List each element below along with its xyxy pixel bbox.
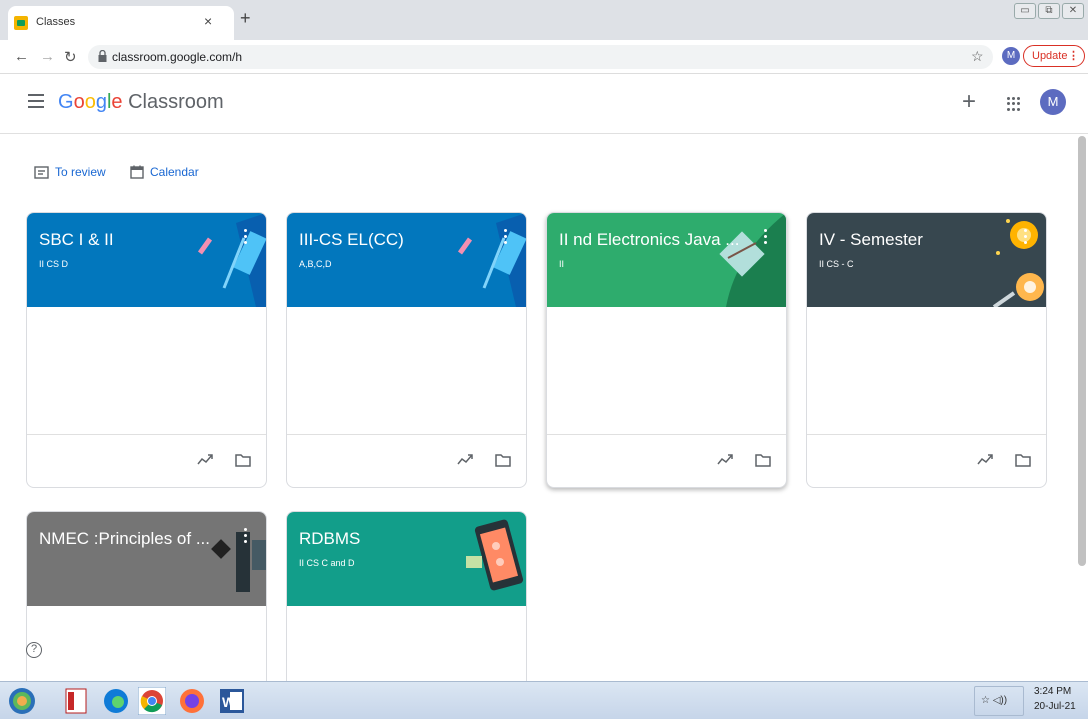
more-vert-icon[interactable]: [761, 229, 769, 247]
pencil-illustration-icon: [457, 213, 526, 307]
browser-tab[interactable]: Classes ×: [8, 6, 234, 40]
class-card-header[interactable]: IV - Semester II CS - C: [807, 213, 1046, 307]
update-button[interactable]: Update ⋮: [1023, 45, 1085, 67]
class-card-footer: [807, 434, 1046, 487]
app-header: Google Classroom + M: [0, 74, 1088, 134]
firefox-browser-icon[interactable]: [178, 687, 206, 715]
tally-erp-icon[interactable]: [62, 687, 90, 715]
class-section: II CS - C: [819, 259, 854, 269]
edge-browser-icon[interactable]: [102, 687, 130, 715]
browser-toolbar: ← → ↻ classroom.google.com/h ☆ M Update …: [0, 40, 1088, 74]
browser-profile-avatar[interactable]: M: [1002, 47, 1020, 65]
class-card-header[interactable]: SBC I & II II CS D: [27, 213, 266, 307]
bookmark-star-icon[interactable]: ☆: [971, 48, 984, 65]
calendar-icon: [130, 165, 144, 179]
more-vert-icon[interactable]: [241, 528, 249, 546]
window-controls: ▭ ⧉ ✕: [1014, 3, 1084, 19]
account-avatar[interactable]: M: [1040, 89, 1066, 115]
lock-icon: [98, 50, 107, 62]
google-classroom-logo[interactable]: Google Classroom: [58, 91, 224, 114]
logo-letter: G: [58, 91, 74, 113]
more-vert-icon[interactable]: [1021, 229, 1029, 247]
folder-icon[interactable]: [755, 454, 771, 467]
to-review-link[interactable]: To review: [34, 165, 106, 179]
class-card[interactable]: III-CS EL(CC) A,B,C,D: [286, 212, 527, 488]
electronics-illustration-icon: [719, 213, 786, 307]
calendar-label: Calendar: [150, 165, 199, 179]
chrome-browser-icon[interactable]: [138, 687, 166, 715]
folder-icon[interactable]: [1015, 454, 1031, 467]
more-vert-icon: ⋮: [1068, 50, 1079, 62]
class-section: A,B,C,D: [299, 259, 332, 269]
tab-title: Classes: [36, 16, 76, 28]
class-card[interactable]: II nd Electronics Java ... II: [546, 212, 787, 488]
class-card[interactable]: IV - Semester II CS - C: [806, 212, 1047, 488]
url-text: classroom.google.com/h: [112, 50, 243, 64]
start-button-icon[interactable]: [8, 687, 36, 715]
system-tray[interactable]: ☆ ◁)): [974, 686, 1024, 716]
class-section: II: [559, 259, 565, 269]
class-card[interactable]: RDBMS II CS C and D: [286, 511, 527, 691]
page-scrollbar[interactable]: [1078, 136, 1086, 566]
svg-text:W: W: [222, 694, 236, 710]
back-arrow-icon[interactable]: ←: [14, 48, 29, 65]
windows-taskbar: W ☆ ◁)) 3:24 PM 20-Jul-21: [0, 681, 1088, 719]
class-title[interactable]: IV - Semester: [819, 230, 923, 250]
maximize-button[interactable]: ⧉: [1038, 3, 1060, 19]
class-section: II CS D: [39, 259, 69, 269]
class-title[interactable]: RDBMS: [299, 529, 360, 549]
trending-up-icon[interactable]: [457, 453, 473, 465]
word-icon[interactable]: W: [218, 687, 246, 715]
minimize-button[interactable]: ▭: [1014, 3, 1036, 19]
gadgets-illustration-icon: [211, 532, 266, 592]
to-review-icon: [34, 166, 49, 179]
trending-up-icon[interactable]: [197, 453, 213, 465]
logo-letter: e: [111, 91, 123, 113]
class-title[interactable]: II nd Electronics Java ...: [559, 230, 739, 250]
close-window-button[interactable]: ✕: [1062, 3, 1084, 19]
calendar-link[interactable]: Calendar: [130, 165, 199, 179]
pencil-illustration-icon: [197, 213, 266, 307]
class-card-footer: [547, 434, 786, 487]
logo-letter: o: [73, 91, 85, 113]
database-phone-illustration-icon: [466, 519, 524, 591]
class-title[interactable]: III-CS EL(CC): [299, 230, 404, 250]
google-apps-icon[interactable]: [1007, 97, 1021, 111]
clock-time[interactable]: 3:24 PM: [1034, 686, 1071, 697]
folder-icon[interactable]: [495, 454, 511, 467]
hamburger-menu-icon[interactable]: [28, 94, 44, 108]
class-card-footer: [287, 434, 526, 487]
science-illustration-icon: [992, 219, 1044, 307]
class-card-footer: [27, 434, 266, 487]
class-card-header[interactable]: RDBMS II CS C and D: [287, 512, 526, 606]
tab-close-icon[interactable]: ×: [204, 13, 212, 29]
class-card[interactable]: NMEC :Principles of ...: [26, 511, 267, 691]
class-title[interactable]: SBC I & II: [39, 230, 114, 250]
folder-icon[interactable]: [235, 454, 251, 467]
class-card-header[interactable]: II nd Electronics Java ... II: [547, 213, 786, 307]
update-label: Update: [1032, 50, 1068, 62]
trending-up-icon[interactable]: [717, 453, 733, 465]
browser-tab-bar: Classes × + ▭ ⧉ ✕: [0, 0, 1088, 40]
class-title[interactable]: NMEC :Principles of ...: [39, 529, 210, 549]
logo-letter: g: [95, 91, 107, 113]
create-join-class-button[interactable]: +: [962, 88, 976, 116]
more-vert-icon[interactable]: [501, 229, 509, 247]
to-review-label: To review: [55, 165, 106, 179]
logo-product-name: Classroom: [122, 91, 224, 113]
clock-date[interactable]: 20-Jul-21: [1034, 701, 1076, 712]
classroom-favicon-icon: [14, 16, 28, 30]
class-section: II CS C and D: [299, 558, 355, 568]
forward-arrow-icon[interactable]: →: [40, 48, 55, 65]
more-vert-icon[interactable]: [241, 229, 249, 247]
new-tab-button[interactable]: +: [240, 8, 251, 29]
address-bar[interactable]: classroom.google.com/h: [88, 45, 993, 69]
class-card-header[interactable]: NMEC :Principles of ...: [27, 512, 266, 606]
help-icon[interactable]: ?: [26, 642, 42, 658]
class-card[interactable]: SBC I & II II CS D: [26, 212, 267, 488]
logo-letter: o: [84, 91, 96, 113]
trending-up-icon[interactable]: [977, 453, 993, 465]
reload-icon[interactable]: ↻: [64, 48, 77, 66]
class-card-header[interactable]: III-CS EL(CC) A,B,C,D: [287, 213, 526, 307]
